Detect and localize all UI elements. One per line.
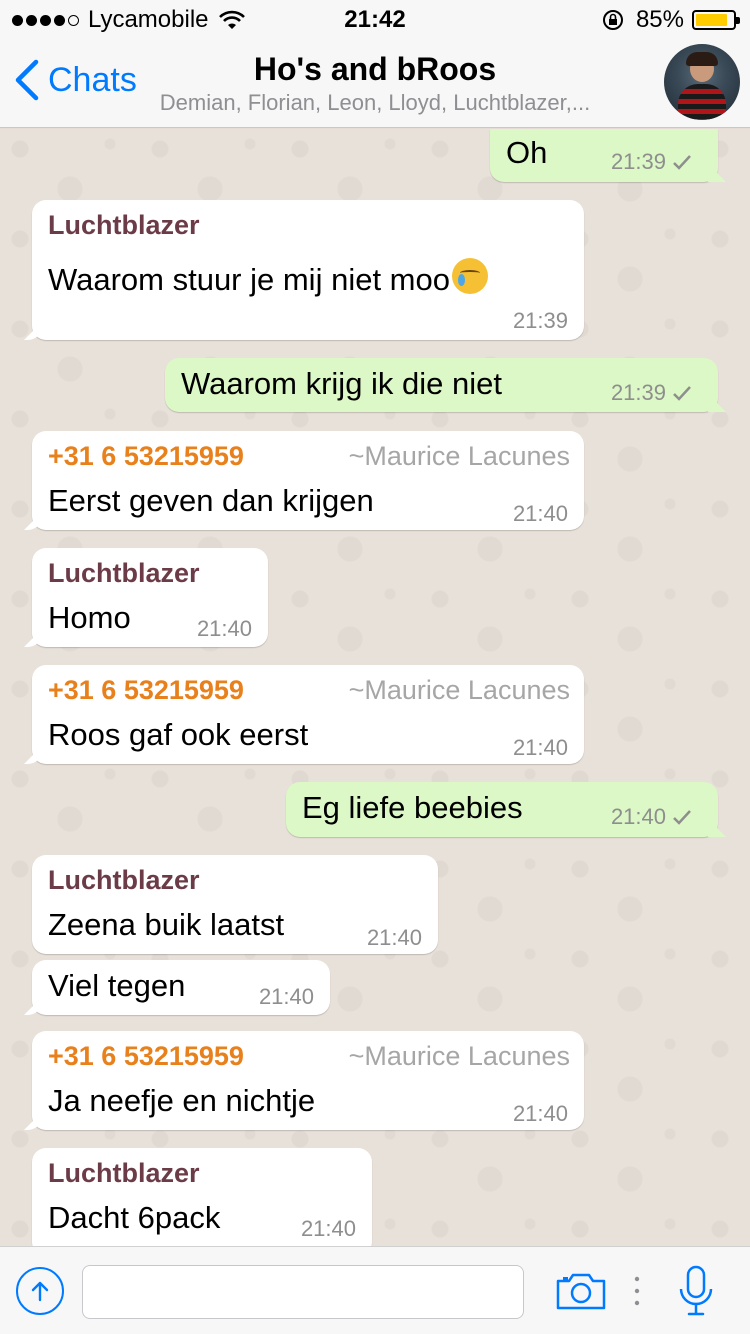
group-members: Demian, Florian, Leon, Lloyd, Luchtblaze…: [159, 90, 591, 115]
message-time: 21:40: [512, 735, 568, 760]
message-text: Eg liefe beebies: [302, 790, 523, 825]
sent-check-icon: [673, 810, 691, 825]
sender-phone: +31 6 53215959: [48, 1041, 244, 1071]
back-button[interactable]: Chats: [12, 58, 137, 102]
incoming-message[interactable]: +31 6 53215959 ~Maurice Lacunes Ja neefj…: [32, 1031, 584, 1130]
group-title: Ho's and bRoos: [253, 51, 497, 87]
sender-alias: ~Maurice Lacunes: [348, 441, 570, 471]
signal-strength-icon: [12, 14, 82, 26]
incoming-message[interactable]: Luchtblazer Waarom stuur je mij niet moo…: [32, 200, 584, 340]
battery-percent: 85%: [635, 6, 684, 33]
rotation-lock-icon: [602, 10, 623, 30]
message-text: Roos gaf ook eerst: [48, 717, 309, 752]
chevron-left-icon: [15, 59, 39, 101]
message-time: 21:40: [196, 616, 252, 641]
message-time: 21:40: [512, 1101, 568, 1126]
outgoing-message[interactable]: Eg liefe beebies 21:40: [286, 782, 718, 837]
incoming-message[interactable]: Viel tegen 21:40: [32, 960, 330, 1015]
sender-name: Luchtblazer: [48, 210, 200, 240]
sender-alias: ~Maurice Lacunes: [348, 675, 570, 705]
message-text: Ja neefje en nichtje: [48, 1083, 316, 1118]
message-text: Zeena buik laatst: [48, 907, 285, 942]
battery-icon: [692, 10, 740, 30]
message-time: 21:40: [611, 804, 692, 830]
chat-header: Chats Ho's and bRoos Demian, Florian, Le…: [0, 40, 750, 128]
incoming-message[interactable]: Luchtblazer Dacht 6pack 21:40: [32, 1148, 372, 1246]
message-text: Oh: [506, 135, 548, 170]
sender-name: Luchtblazer: [48, 558, 200, 588]
group-avatar[interactable]: [664, 44, 740, 120]
message-text: Dacht 6pack: [48, 1200, 221, 1235]
message-text: Viel tegen: [48, 968, 186, 1003]
incoming-message[interactable]: Luchtblazer Homo 21:40: [32, 548, 268, 647]
message-text: Eerst geven dan krijgen: [48, 483, 374, 518]
message-text: Waarom stuur je mij niet moo: [48, 258, 488, 298]
message-list[interactable]: Oh 21:39 Luchtblazer Waarom stuur je mij…: [0, 129, 750, 1246]
crying-face-icon: [451, 258, 488, 294]
group-info[interactable]: Ho's and bRoos Demian, Florian, Leon, Ll…: [150, 50, 600, 118]
message-text: Waarom krijg ik die niet: [181, 366, 503, 401]
incoming-message[interactable]: Luchtblazer Zeena buik laatst 21:40: [32, 855, 438, 954]
sender-name: Luchtblazer: [48, 1158, 200, 1188]
message-time: 21:39: [611, 380, 692, 406]
message-input[interactable]: [82, 1265, 524, 1319]
outgoing-message[interactable]: Oh 21:39: [490, 129, 718, 182]
arrow-up-icon: [31, 1281, 49, 1302]
carrier-name: Lycamobile: [88, 6, 209, 33]
microphone-icon[interactable]: [678, 1265, 714, 1317]
sender-alias: ~Maurice Lacunes: [348, 1041, 570, 1071]
message-time: 21:40: [366, 925, 422, 950]
incoming-message[interactable]: +31 6 53215959 ~Maurice Lacunes Roos gaf…: [32, 665, 584, 764]
sender-phone: +31 6 53215959: [48, 675, 244, 705]
sender-name: Luchtblazer: [48, 865, 200, 895]
message-time: 21:39: [611, 149, 692, 175]
sent-check-icon: [673, 155, 691, 170]
message-time: 21:40: [258, 984, 314, 1009]
camera-icon[interactable]: [555, 1271, 607, 1311]
incoming-message[interactable]: +31 6 53215959 ~Maurice Lacunes Eerst ge…: [32, 431, 584, 530]
back-label: Chats: [48, 60, 137, 99]
message-text: Homo: [48, 600, 131, 635]
sent-check-icon: [673, 386, 691, 401]
sender-phone: +31 6 53215959: [48, 441, 244, 471]
message-time: 21:40: [300, 1216, 356, 1241]
message-time: 21:39: [512, 308, 568, 333]
message-time: 21:40: [512, 501, 568, 526]
more-options-icon[interactable]: [630, 1273, 644, 1309]
message-input-bar: [0, 1246, 750, 1334]
status-bar: Lycamobile 21:42 85%: [0, 0, 750, 40]
outgoing-message[interactable]: Waarom krijg ik die niet 21:39: [165, 358, 718, 412]
attach-button[interactable]: [16, 1267, 64, 1315]
wifi-icon: [218, 10, 245, 29]
